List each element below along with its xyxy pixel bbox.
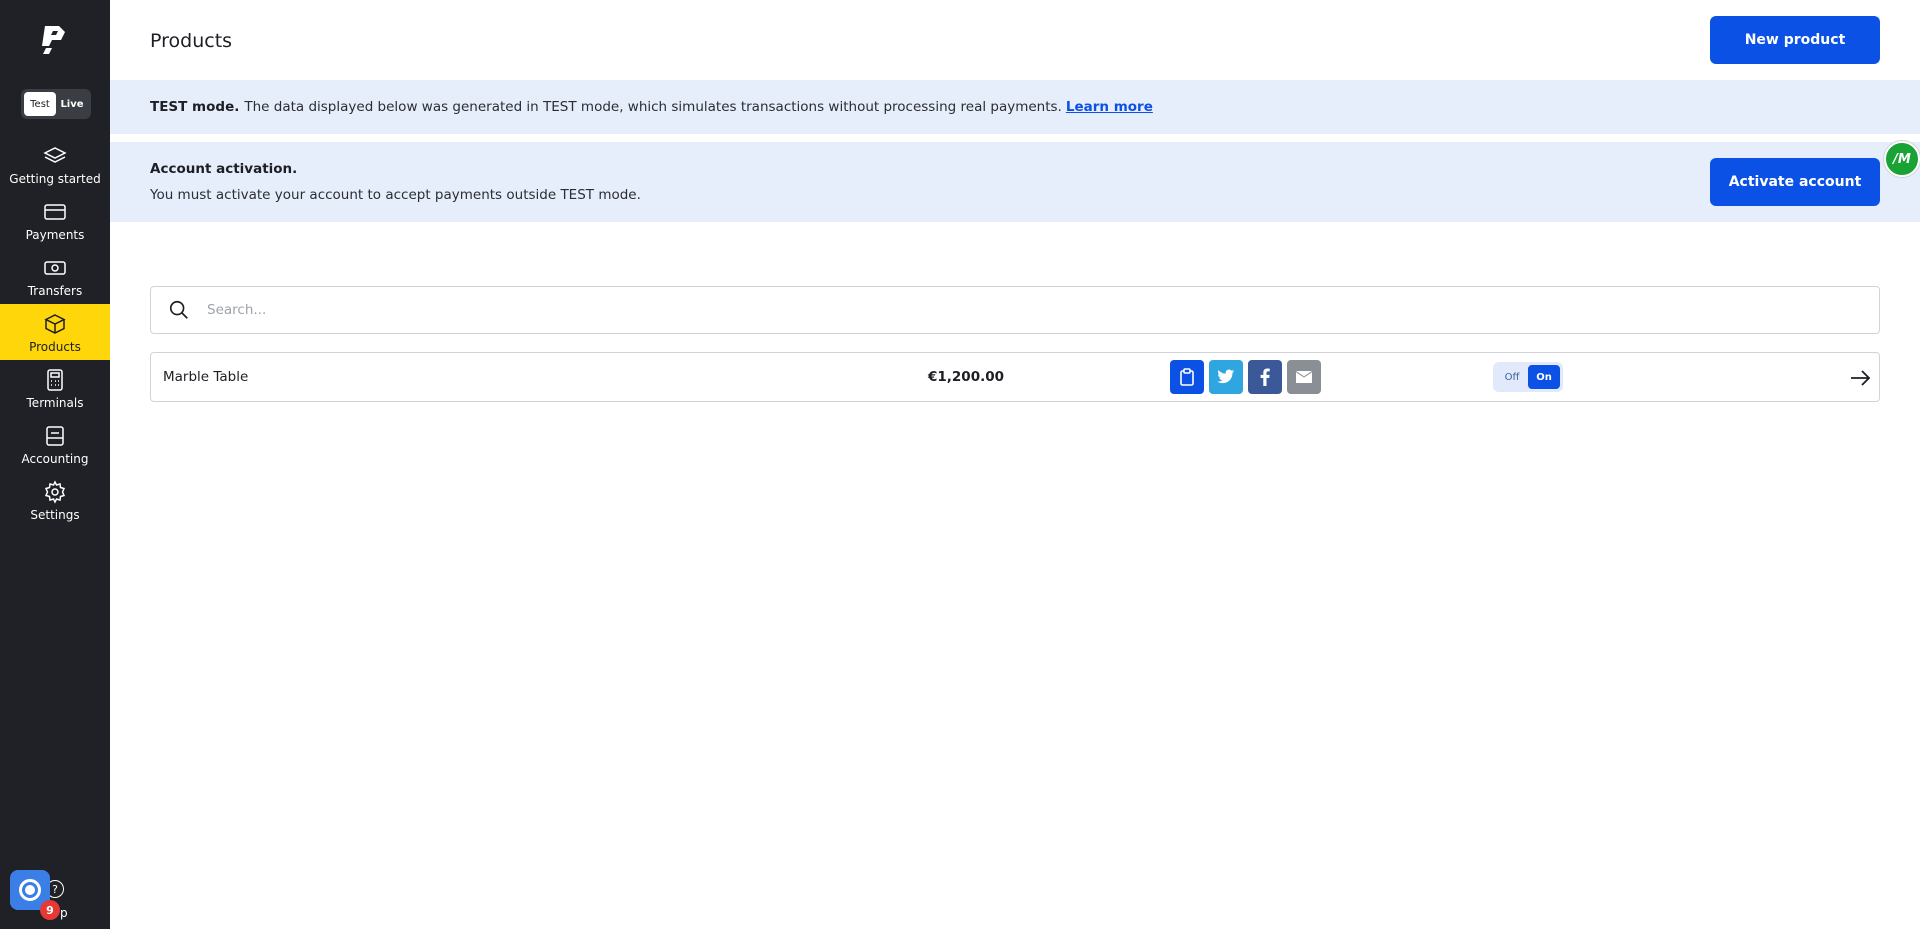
learn-more-link[interactable]: Learn more: [1066, 99, 1153, 115]
layers-icon: [42, 143, 68, 169]
sidebar-item-label: Products: [29, 339, 81, 354]
sidebar-item-settings[interactable]: Settings: [0, 472, 110, 528]
product-price: €1,200.00: [928, 369, 1005, 385]
sidebar-item-payments[interactable]: Payments: [0, 192, 110, 248]
product-name: Marble Table: [163, 369, 249, 385]
main-content: Products New product TEST mode. The data…: [110, 0, 1920, 929]
toggle-off[interactable]: Off: [1496, 365, 1528, 389]
search-bar: [150, 286, 1880, 334]
page-title: Products: [150, 30, 233, 52]
help-area: ? p 9: [10, 870, 100, 922]
activate-account-button[interactable]: Activate account: [1710, 158, 1880, 206]
sidebar-item-label: Settings: [30, 507, 80, 522]
mode-toggle[interactable]: Test Live: [21, 89, 91, 119]
arrow-right-icon[interactable]: [1849, 367, 1871, 389]
avatar-initials: M: [1897, 151, 1911, 167]
sidebar-item-accounting[interactable]: Accounting: [0, 416, 110, 472]
twitter-icon: [1217, 369, 1235, 384]
cash-icon: [42, 255, 68, 281]
card-icon: [42, 199, 68, 225]
share-email-button[interactable]: [1287, 360, 1321, 394]
sidebar-item-label: Transfers: [27, 283, 83, 298]
sidebar-item-label: Getting started: [9, 171, 101, 186]
activation-banner: Account activation. You must activate yo…: [110, 142, 1920, 222]
test-mode-label: TEST mode.: [150, 99, 240, 115]
calculator-icon: [42, 367, 68, 393]
product-active-toggle[interactable]: Off On: [1493, 362, 1563, 392]
test-mode-banner: TEST mode. The data displayed below was …: [110, 80, 1920, 134]
product-row[interactable]: Marble Table €1,200.00 Off On: [150, 352, 1880, 402]
facebook-icon: [1260, 368, 1270, 386]
clipboard-icon: [1180, 368, 1194, 386]
activation-title: Account activation.: [150, 161, 298, 177]
copy-link-button[interactable]: [1170, 360, 1204, 394]
sidebar-nav: Getting started Payments Transfers Produ…: [0, 136, 110, 528]
sidebar-item-label: Accounting: [21, 451, 89, 466]
sidebar-item-getting-started[interactable]: Getting started: [0, 136, 110, 192]
sidebar-item-products[interactable]: Products: [0, 304, 110, 360]
sidebar-item-label: Terminals: [26, 395, 84, 410]
toggle-on[interactable]: On: [1528, 365, 1560, 389]
record-icon: [19, 879, 41, 901]
sidebar-item-terminals[interactable]: Terminals: [0, 360, 110, 416]
logo-icon[interactable]: [37, 24, 73, 56]
mail-icon: [1296, 371, 1312, 383]
share-twitter-button[interactable]: [1209, 360, 1243, 394]
new-product-button[interactable]: New product: [1710, 16, 1880, 64]
search-input[interactable]: [207, 287, 1879, 333]
help-label[interactable]: p: [60, 906, 68, 920]
search-icon: [151, 299, 207, 321]
test-mode-text: The data displayed below was generated i…: [244, 99, 1062, 115]
mode-test[interactable]: Test: [24, 92, 56, 116]
sidebar-item-transfers[interactable]: Transfers: [0, 248, 110, 304]
gear-icon: [42, 479, 68, 505]
ledger-icon: [42, 423, 68, 449]
mode-live[interactable]: Live: [56, 92, 88, 116]
avatar[interactable]: / M: [1884, 141, 1920, 177]
sidebar-item-label: Payments: [25, 227, 85, 242]
sidebar: Test Live Getting started Payments Trans…: [0, 0, 110, 929]
share-facebook-button[interactable]: [1248, 360, 1282, 394]
notification-badge: 9: [40, 900, 60, 920]
activation-text: You must activate your account to accept…: [150, 187, 641, 203]
box-icon: [42, 311, 68, 337]
